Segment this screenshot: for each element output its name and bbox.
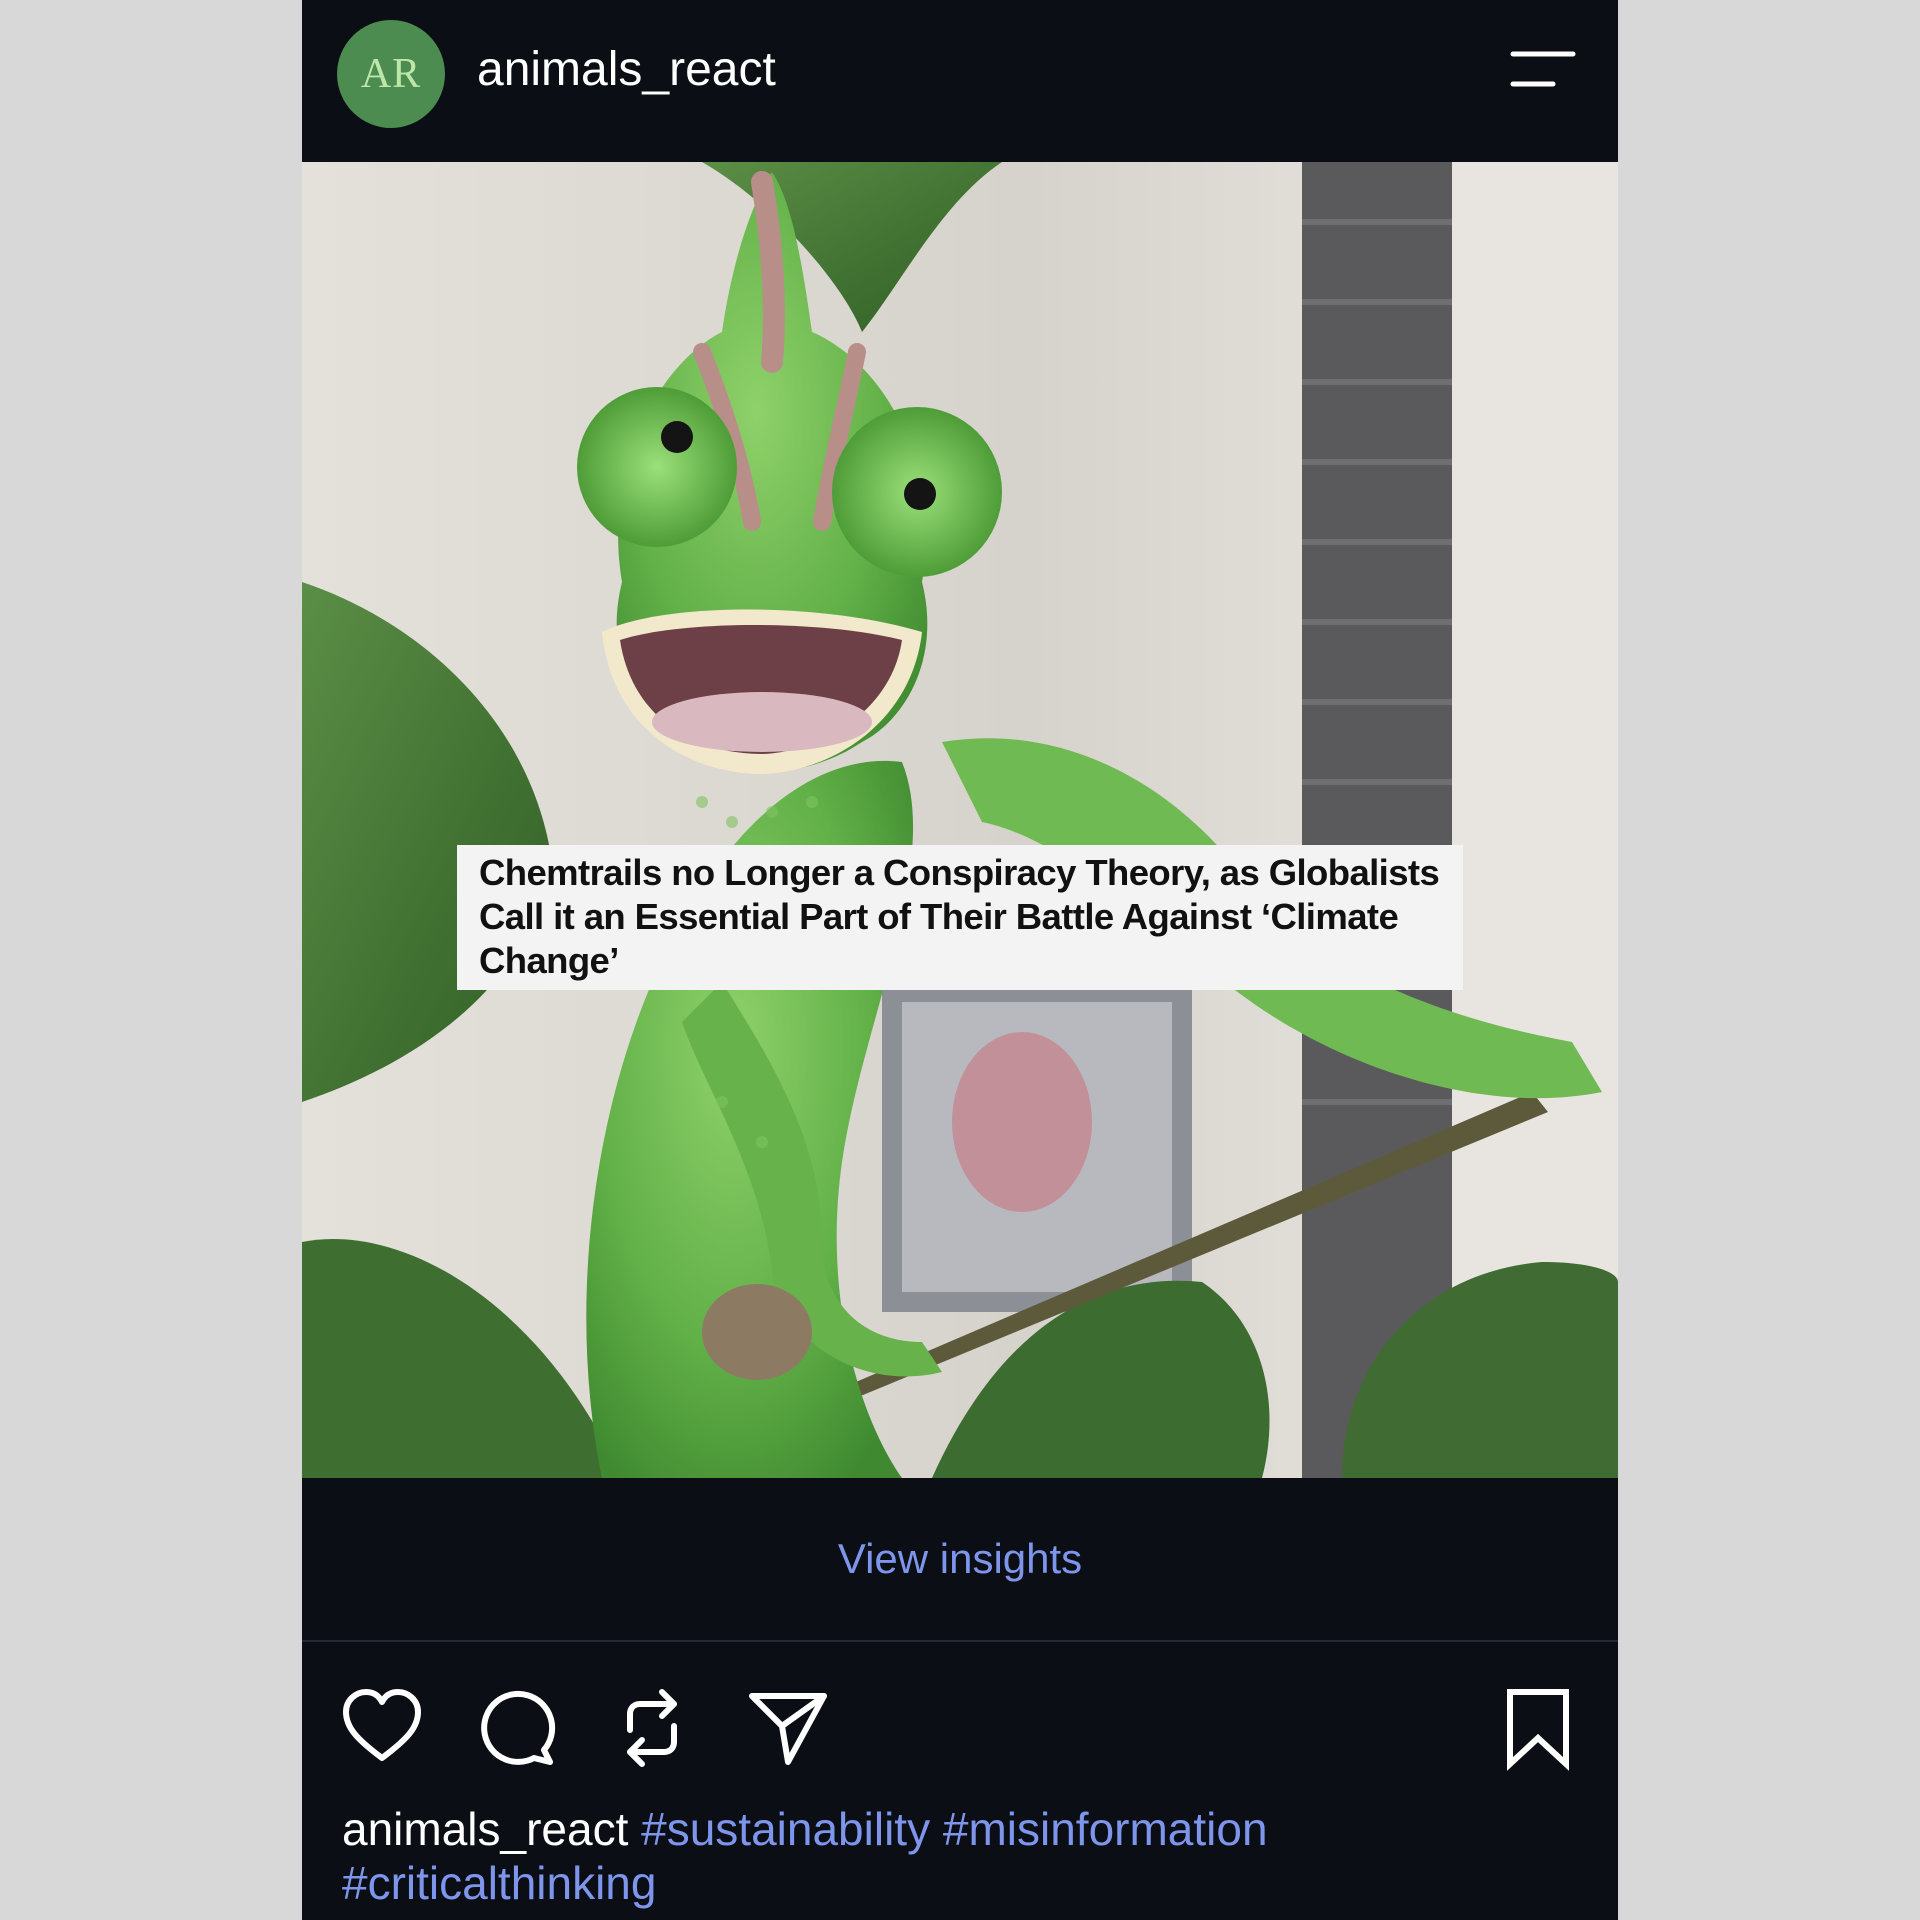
post-card: AR animals_react Chemtrails no Longer a … <box>302 0 1618 1920</box>
like-button[interactable] <box>338 1684 426 1772</box>
caption-username[interactable]: animals_react <box>342 1803 628 1855</box>
save-button[interactable] <box>1494 1684 1582 1772</box>
post-header: AR animals_react <box>302 0 1618 162</box>
action-bar <box>302 1642 1618 1802</box>
hashtag-misinformation[interactable]: #misinformation <box>943 1803 1268 1855</box>
caption: animals_react #sustainability #misinform… <box>342 1802 1582 1910</box>
view-insights-link[interactable]: View insights <box>838 1535 1082 1583</box>
post-image[interactable]: Chemtrails no Longer a Conspiracy Theory… <box>302 162 1618 1478</box>
comment-button[interactable] <box>474 1684 562 1772</box>
hashtag-criticalthinking[interactable]: #criticalthinking <box>342 1857 656 1909</box>
menu-icon <box>1510 51 1576 87</box>
article-headline: Chemtrails no Longer a Conspiracy Theory… <box>457 845 1463 990</box>
comment-icon <box>481 1690 556 1765</box>
menu-button[interactable] <box>1507 48 1579 92</box>
insights-bar: View insights <box>302 1478 1618 1642</box>
chameleon-photo <box>302 162 1618 1478</box>
hashtag-sustainability[interactable]: #sustainability <box>641 1803 930 1855</box>
bookmark-icon <box>1507 1689 1569 1771</box>
avatar-initials: AR <box>360 51 422 97</box>
avatar[interactable]: AR <box>337 20 445 128</box>
send-icon <box>749 1693 827 1765</box>
heart-icon <box>343 1689 421 1761</box>
repost-button[interactable] <box>608 1684 696 1772</box>
username[interactable]: animals_react <box>477 42 776 98</box>
repost-icon <box>627 1689 677 1767</box>
share-button[interactable] <box>744 1684 832 1772</box>
